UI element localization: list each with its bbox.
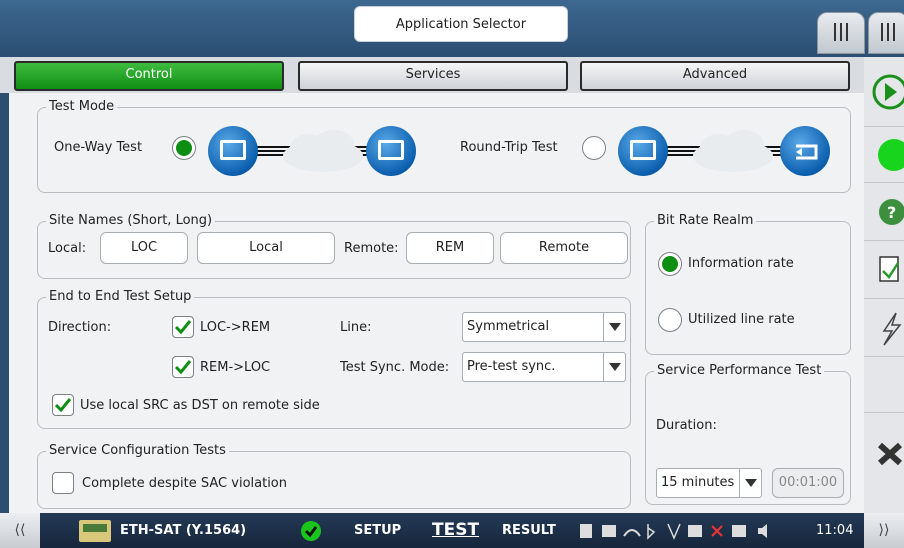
duration-time-field[interactable]: 00:01:00 bbox=[772, 468, 844, 498]
sidebar-spacer bbox=[864, 357, 904, 413]
loopback-node-icon bbox=[780, 126, 830, 176]
bottom-bar: ⟨⟨ ETH-SAT (Y.1564) SETUP TEST RESULT 11… bbox=[0, 513, 904, 548]
loc-rem-label: LOC->REM bbox=[200, 320, 271, 335]
setup-tab[interactable]: SETUP bbox=[354, 513, 401, 548]
menu-tab-button-2[interactable] bbox=[868, 12, 904, 54]
remote-short-field[interactable]: REM bbox=[406, 232, 494, 264]
sync-mode-label: Test Sync. Mode: bbox=[340, 360, 450, 375]
close-button[interactable] bbox=[864, 413, 904, 513]
test-mode-group: Test Mode One-Way Test Round-Trip Test bbox=[37, 99, 851, 193]
scroll-right-button[interactable]: ⟩⟩ bbox=[864, 513, 904, 548]
scroll-left-button[interactable]: ⟨⟨ bbox=[0, 513, 40, 548]
site-names-legend: Site Names (Short, Long) bbox=[46, 213, 216, 229]
service-performance-group: Service Performance Test Duration: 15 mi… bbox=[645, 363, 851, 505]
local-label: Local: bbox=[48, 241, 87, 256]
app-name: ETH-SAT (Y.1564) bbox=[120, 523, 247, 538]
close-icon bbox=[877, 442, 903, 466]
clock: 11:04 bbox=[816, 523, 854, 538]
site-names-group: Site Names (Short, Long) Local: LOC Loca… bbox=[37, 213, 631, 279]
use-src-checkbox[interactable] bbox=[52, 394, 74, 416]
information-rate-radio[interactable] bbox=[658, 252, 682, 276]
line-label: Line: bbox=[340, 320, 372, 335]
cloud-icon bbox=[693, 130, 773, 172]
event-button[interactable] bbox=[864, 299, 904, 357]
help-button[interactable]: ? bbox=[864, 183, 904, 241]
round-trip-label: Round-Trip Test bbox=[460, 140, 558, 155]
play-icon bbox=[872, 74, 904, 110]
one-way-label: One-Way Test bbox=[54, 140, 143, 155]
main-panel: Test Mode One-Way Test Round-Trip Test S… bbox=[9, 93, 864, 513]
loc-rem-checkbox[interactable] bbox=[172, 316, 194, 338]
result-tab[interactable]: RESULT bbox=[502, 513, 556, 548]
remote-label: Remote: bbox=[344, 241, 399, 256]
start-test-button[interactable] bbox=[864, 57, 904, 127]
double-chevron-right-icon: ⟩⟩ bbox=[878, 522, 890, 538]
sync-mode-value: Pre-test sync. bbox=[467, 359, 556, 374]
line-value: Symmetrical bbox=[467, 319, 550, 334]
instrument-node-icon bbox=[208, 126, 258, 176]
system-tray-icons bbox=[580, 523, 767, 540]
tab-strip: Control Services Advanced bbox=[0, 57, 864, 93]
tab-control[interactable]: Control bbox=[14, 61, 284, 91]
information-rate-label: Information rate bbox=[688, 256, 794, 271]
utilized-rate-radio[interactable] bbox=[658, 308, 682, 332]
check-icon bbox=[174, 320, 192, 335]
end-to-end-legend: End to End Test Setup bbox=[46, 289, 195, 305]
report-icon bbox=[879, 256, 900, 282]
service-performance-legend: Service Performance Test bbox=[654, 363, 825, 379]
test-tab[interactable]: TEST bbox=[432, 513, 479, 548]
one-way-radio[interactable] bbox=[172, 136, 196, 160]
app-instrument-icon bbox=[79, 520, 111, 542]
right-sidebar: ? bbox=[864, 57, 904, 513]
rem-loc-label: REM->LOC bbox=[200, 360, 271, 375]
report-button[interactable] bbox=[864, 241, 904, 299]
duration-value: 15 minutes bbox=[661, 475, 735, 490]
service-config-legend: Service Configuration Tests bbox=[46, 443, 229, 459]
status-icons bbox=[578, 522, 800, 540]
round-trip-radio[interactable] bbox=[582, 136, 606, 160]
help-icon: ? bbox=[879, 199, 904, 225]
menu-bars-icon bbox=[881, 23, 895, 41]
menu-tab-button[interactable] bbox=[817, 12, 865, 54]
bit-rate-group: Bit Rate Realm Information rate Utilized… bbox=[645, 213, 851, 355]
menu-bars-icon bbox=[834, 23, 848, 41]
status-led bbox=[864, 127, 904, 183]
end-to-end-group: End to End Test Setup Direction: LOC->RE… bbox=[37, 289, 631, 429]
sync-mode-select[interactable]: Pre-test sync. bbox=[462, 352, 626, 382]
check-icon bbox=[54, 398, 72, 413]
service-config-group: Service Configuration Tests Complete des… bbox=[37, 443, 631, 509]
local-short-field[interactable]: LOC bbox=[100, 232, 188, 264]
chevron-down-icon bbox=[603, 313, 625, 341]
direction-label: Direction: bbox=[48, 320, 112, 335]
rem-loc-checkbox[interactable] bbox=[172, 356, 194, 378]
svg-text:?: ? bbox=[887, 203, 896, 222]
chevron-down-icon bbox=[603, 353, 625, 381]
complete-despite-sac-checkbox[interactable] bbox=[52, 472, 74, 494]
tab-services[interactable]: Services bbox=[298, 61, 568, 91]
instrument-node-icon bbox=[618, 126, 668, 176]
complete-despite-sac-label: Complete despite SAC violation bbox=[82, 476, 288, 491]
tab-advanced[interactable]: Advanced bbox=[580, 61, 850, 91]
utilized-rate-label: Utilized line rate bbox=[688, 312, 795, 327]
application-selector-button[interactable]: Application Selector bbox=[354, 6, 568, 42]
duration-select[interactable]: 15 minutes bbox=[656, 468, 762, 498]
test-mode-legend: Test Mode bbox=[46, 99, 118, 115]
instrument-node-icon bbox=[366, 126, 416, 176]
header-bar: Application Selector bbox=[0, 0, 904, 57]
lightning-icon bbox=[882, 312, 902, 346]
duration-label: Duration: bbox=[656, 418, 717, 433]
bit-rate-legend: Bit Rate Realm bbox=[654, 213, 757, 229]
local-long-field[interactable]: Local bbox=[197, 232, 335, 264]
check-icon bbox=[174, 360, 192, 375]
status-led-icon bbox=[878, 139, 904, 171]
line-select[interactable]: Symmetrical bbox=[462, 312, 626, 342]
check-circle-icon bbox=[301, 521, 321, 541]
remote-long-field[interactable]: Remote bbox=[500, 232, 628, 264]
use-src-label: Use local SRC as DST on remote side bbox=[80, 398, 320, 413]
chevron-down-icon bbox=[739, 469, 761, 497]
double-chevron-left-icon: ⟨⟨ bbox=[14, 522, 26, 538]
cloud-icon bbox=[283, 130, 363, 172]
